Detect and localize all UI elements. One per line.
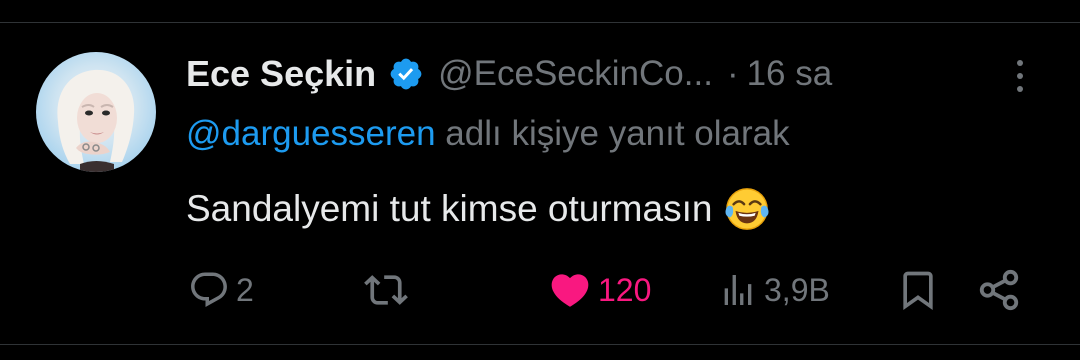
tweet-text: Sandalyemi tut kimse oturmasın (186, 188, 713, 229)
bottom-divider (0, 344, 1080, 345)
face-with-tears-of-joy-icon (724, 186, 770, 232)
bookmark-button[interactable] (896, 262, 940, 318)
tweet-header: Ece Seçkin @EceSeckinCo... · 16 sa (186, 50, 832, 98)
tweet-timestamp[interactable]: 16 sa (747, 54, 833, 94)
heart-icon (551, 274, 589, 307)
reply-button[interactable]: 2 (188, 262, 254, 318)
top-divider (0, 22, 1080, 23)
author-name[interactable]: Ece Seçkin (186, 53, 376, 95)
reply-icon (191, 272, 227, 307)
verified-badge-icon[interactable] (388, 56, 424, 92)
views-button[interactable]: 3,9B (718, 262, 830, 318)
more-options-icon[interactable] (1004, 56, 1036, 96)
retweet-icon (364, 275, 408, 305)
reply-mention-link[interactable]: @darguesseren (186, 114, 436, 153)
profile-photo (57, 69, 135, 172)
retweet-button[interactable] (364, 262, 414, 318)
reply-context-text: adlı kişiye yanıt olarak (435, 114, 790, 153)
tweet-actions: 2 120 3,9B (0, 262, 1080, 318)
like-count: 120 (598, 271, 652, 308)
tweet-body: Sandalyemi tut kimse oturmasın (186, 184, 770, 234)
share-icon (979, 269, 1019, 311)
avatar[interactable] (36, 52, 156, 172)
reply-count: 2 (236, 271, 254, 308)
views-count: 3,9B (764, 271, 830, 308)
share-button[interactable] (976, 262, 1022, 318)
reply-context: @darguesseren adlı kişiye yanıt olarak (186, 114, 790, 160)
header-separator: · (726, 54, 739, 93)
like-button[interactable]: 120 (548, 262, 651, 318)
bookmark-icon (903, 271, 933, 311)
author-handle[interactable]: @EceSeckinCo... (438, 54, 713, 94)
views-icon (724, 275, 752, 305)
